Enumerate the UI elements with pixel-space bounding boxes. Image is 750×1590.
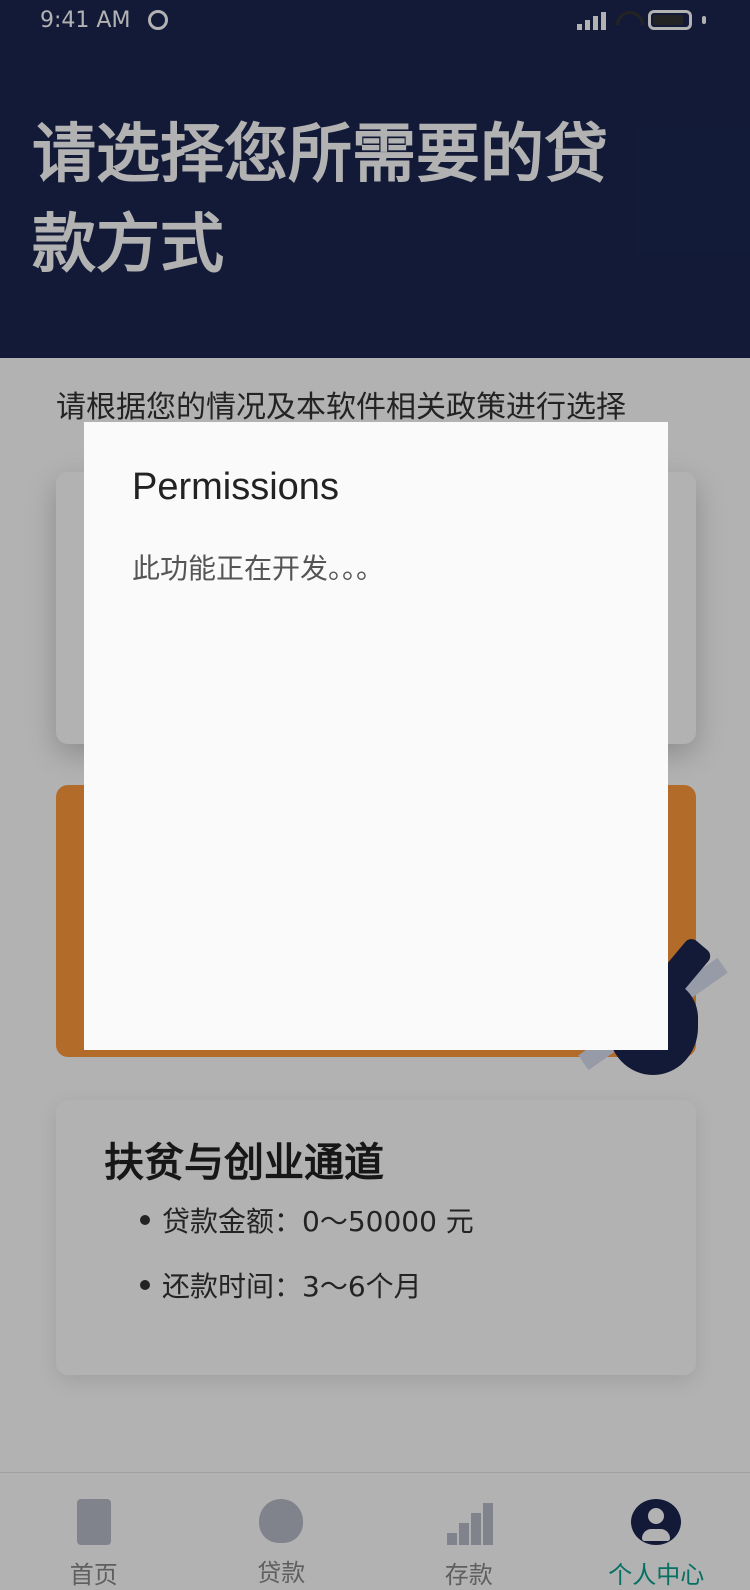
dialog-title: Permissions — [132, 466, 339, 508]
permissions-dialog: Permissions 此功能正在开发。。。 — [84, 422, 668, 1050]
dialog-message: 此功能正在开发。。。 — [132, 552, 385, 585]
